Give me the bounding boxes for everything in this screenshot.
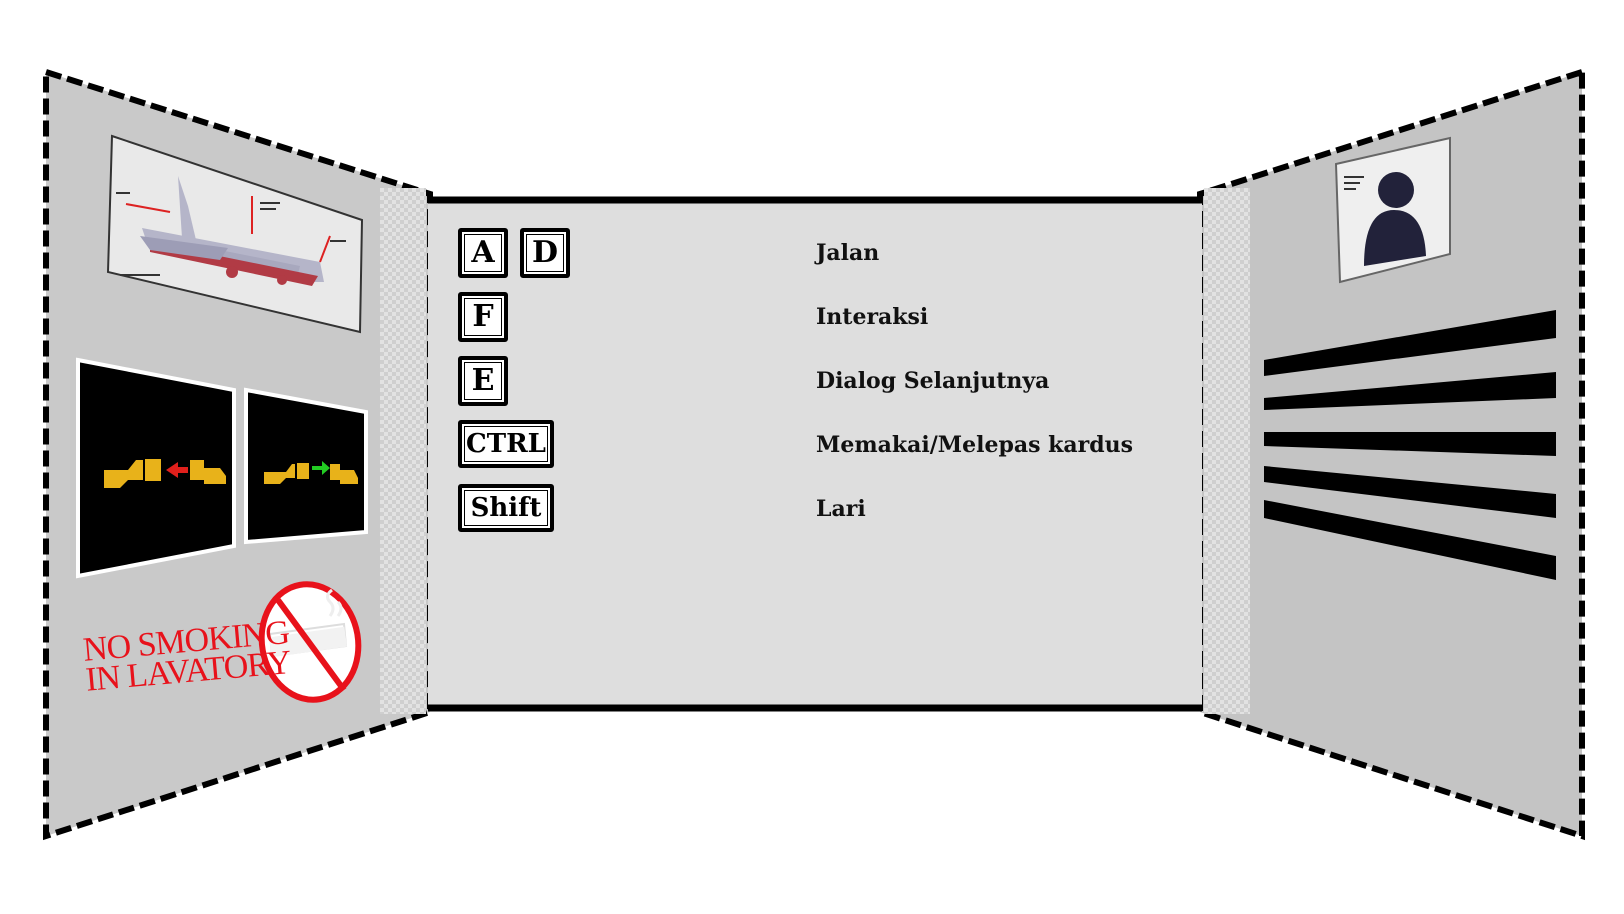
key-shift: Shift xyxy=(458,484,554,532)
key-a: A xyxy=(458,228,508,278)
key-e: E xyxy=(458,356,508,406)
key-f: F xyxy=(458,292,508,342)
action-walk: Jalan xyxy=(816,240,880,266)
action-run: Lari xyxy=(816,496,866,522)
key-ctrl: CTRL xyxy=(458,420,554,468)
action-interact: Interaksi xyxy=(816,304,929,330)
action-wear-box: Memakai/Melepas kardus xyxy=(816,432,1134,458)
key-d: D xyxy=(520,228,570,278)
controls-list: A D Jalan F Interaksi E Dialog Selanjutn… xyxy=(0,0,1624,914)
controls-screen: NO SMOKING IN LAVATORY A D Jalan F Inter… xyxy=(0,0,1624,914)
action-next-dialog: Dialog Selanjutnya xyxy=(816,368,1050,394)
